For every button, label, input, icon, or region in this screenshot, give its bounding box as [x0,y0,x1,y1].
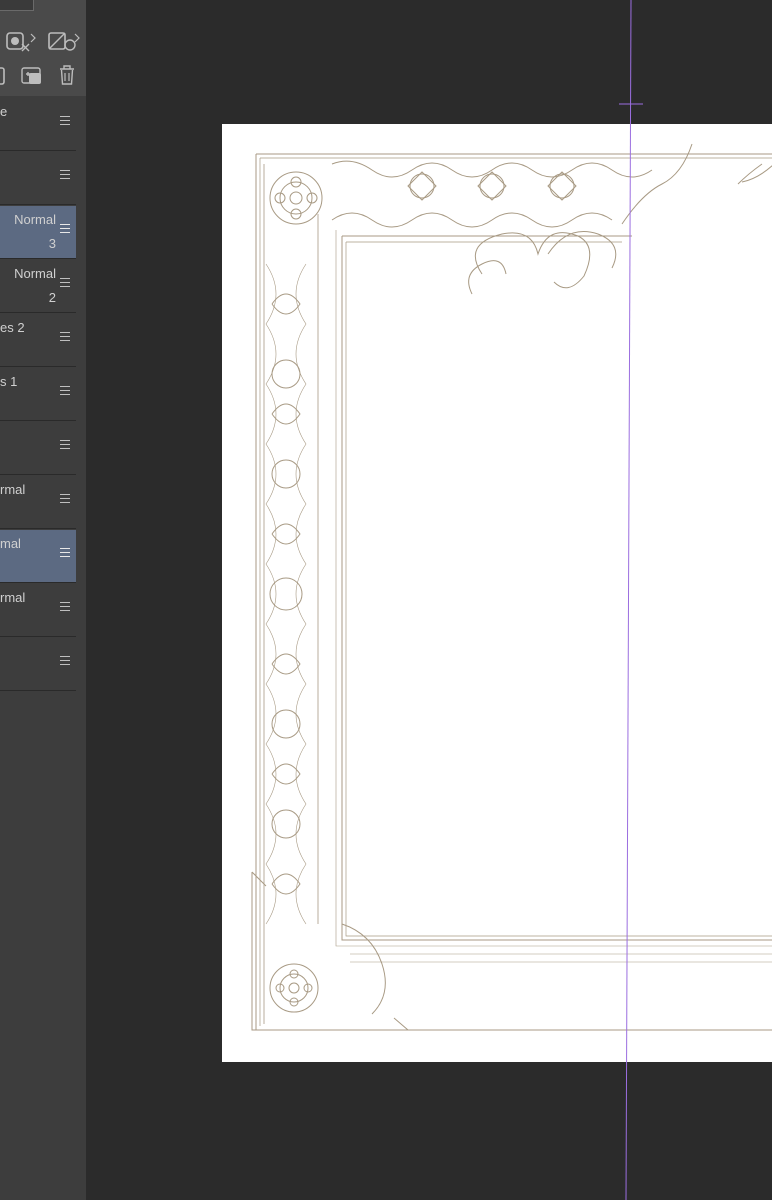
layer-row[interactable]: rmal [0,584,76,637]
layer-menu-icon[interactable] [60,224,70,236]
layer-row[interactable] [0,638,76,691]
canvas-page[interactable] [222,124,772,1062]
ornamental-frame-artwork [251,143,772,1031]
layer-menu-icon[interactable] [60,494,70,506]
layer-name [0,422,56,474]
layer-menu-icon[interactable] [60,440,70,452]
layer-menu-icon[interactable] [60,602,70,614]
layer-name: Normal 3 [0,206,56,258]
layer-menu-icon[interactable] [60,116,70,128]
layer-row[interactable]: rmal [0,476,76,529]
layer-label: rmal [0,590,26,605]
layer-mask-icon[interactable] [48,30,82,52]
layer-row[interactable]: Normal 3 [0,206,76,259]
layer-name: es 2 [0,314,56,366]
layer-menu-icon[interactable] [60,332,70,344]
layer-menu-icon[interactable] [60,278,70,290]
canvas-area[interactable] [86,0,772,1200]
layer-name: mal [0,530,56,582]
layer-label: e [0,104,8,119]
layer-row[interactable]: es 2 [0,314,76,367]
layer-name: e [0,98,56,150]
layer-name: rmal [0,476,56,528]
layers-panel: e Normal 3 Normal 2 es 2 s 1 rmal mal rmal [0,0,86,1200]
layer-menu-icon[interactable] [60,170,70,182]
layer-menu-icon[interactable] [60,656,70,668]
layer-row[interactable] [0,152,76,205]
layer-row[interactable]: mal [0,530,76,583]
new-layer-icon[interactable] [0,66,6,86]
layer-sublabel: 3 [48,236,56,251]
layer-row[interactable]: s 1 [0,368,76,421]
layer-row[interactable]: e [0,98,76,151]
layer-name: rmal [0,584,56,636]
layers-toolbar [0,0,86,96]
layer-sublabel: 2 [48,290,56,305]
layer-menu-icon[interactable] [60,386,70,398]
new-folder-icon[interactable] [20,64,44,86]
layer-name: s 1 [0,368,56,420]
layer-menu-icon[interactable] [60,548,70,560]
layer-label: Normal [14,266,56,281]
layer-name: Normal 2 [0,260,56,312]
layer-label: rmal [0,482,26,497]
layer-name [0,638,56,690]
layer-label: s 1 [0,374,18,389]
adjust-visibility-icon[interactable] [6,30,38,52]
layer-row[interactable] [0,422,76,475]
blend-mode-field[interactable] [0,0,34,11]
layer-label: Normal [14,212,56,227]
layer-row[interactable]: Normal 2 [0,260,76,313]
layer-label: es 2 [0,320,25,335]
layer-label: mal [0,536,21,551]
delete-layer-icon[interactable] [58,64,76,86]
layer-name [0,152,56,204]
